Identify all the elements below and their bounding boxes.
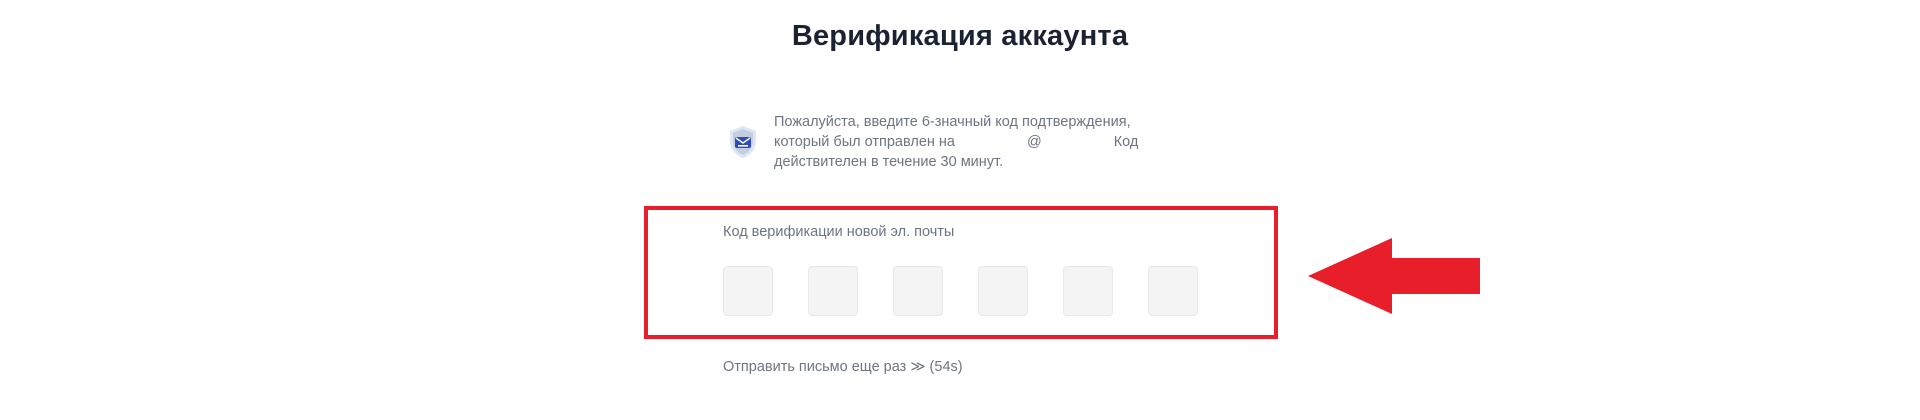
notice-code-word: Код [1113,134,1139,150]
code-digit-5[interactable] [1063,266,1113,316]
notice-line-2: который был отправлен на @ Код [774,132,1138,152]
email-at-sign: @ [1027,134,1042,150]
code-input-label: Код верификации новой эл. почты [723,224,955,240]
arrow-left-icon [1308,238,1480,314]
resend-label: Отправить письмо еще раз [723,359,907,375]
notice-text: Пожалуйста, введите 6-значный код подтве… [774,112,1138,172]
page-title: Верификация аккаунта [791,20,1129,52]
code-digit-6[interactable] [1148,266,1198,316]
notice-line-1: Пожалуйста, введите 6-значный код подтве… [774,114,1131,130]
code-input-group [723,266,1198,316]
code-digit-3[interactable] [893,266,943,316]
double-chevron-right-icon: ≫ [910,359,926,375]
shield-email-icon [730,126,756,158]
verification-notice: Пожалуйста, введите 6-значный код подтве… [727,112,1207,172]
code-digit-4[interactable] [978,266,1028,316]
notice-line-3: действителен в течение 30 минут. [774,154,1004,170]
code-digit-1[interactable] [723,266,773,316]
notice-sent-to: который был отправлен на [774,134,955,150]
resend-countdown: (54s) [929,359,963,375]
code-digit-2[interactable] [808,266,858,316]
resend-email-link[interactable]: Отправить письмо еще раз ≫ (54s) [723,359,963,375]
